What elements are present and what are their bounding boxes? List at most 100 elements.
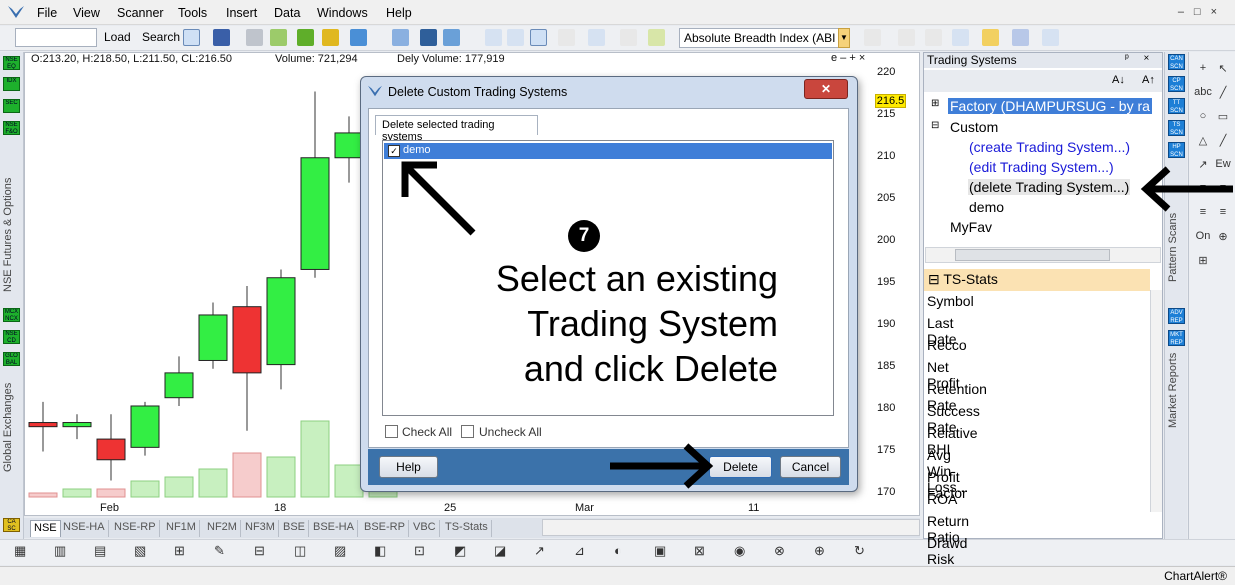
tree-item-delete[interactable]: (delete Trading System...) [968, 179, 1131, 195]
sort-asc-icon[interactable]: A↓ [1112, 74, 1125, 86]
indicator-select[interactable]: Absolute Breadth Index (ABI [679, 28, 845, 48]
tab-nf3m[interactable]: NF3M [242, 520, 279, 537]
draw-tool-icon[interactable]: ⊕ [1213, 230, 1233, 243]
ma-icon[interactable] [620, 29, 637, 46]
bottom-tool-icon[interactable]: ⊿ [574, 543, 585, 559]
check-all-checkbox[interactable] [385, 425, 398, 438]
tree-item-factory[interactable]: Factory (DHAMPURSUG - by ra [948, 98, 1152, 114]
expand-factory-icon[interactable]: ⊞ [931, 98, 939, 109]
tree-item-myfav[interactable]: MyFav [950, 219, 992, 235]
bottom-tool-icon[interactable]: ↻ [854, 543, 865, 559]
volume-icon[interactable] [507, 29, 524, 46]
cancel-button[interactable]: Cancel [780, 456, 841, 478]
ts-stat-item[interactable]: Drawd Risk [927, 535, 967, 567]
badge-nse-eq[interactable]: NSE EQ [3, 56, 20, 70]
tab-nse-ha[interactable]: NSE-HA [60, 520, 109, 537]
candle-body[interactable] [164, 372, 194, 399]
draw-tool-icon[interactable]: abc [1193, 86, 1213, 98]
bottom-tool-icon[interactable]: ⊕ [814, 543, 825, 559]
draw-icon[interactable] [1042, 29, 1059, 46]
candle-body[interactable] [62, 422, 92, 428]
uncheck-all-label[interactable]: Uncheck All [479, 425, 542, 439]
label-pattern-scans[interactable]: Pattern Scans [1167, 202, 1187, 282]
sort-desc-icon[interactable]: A↑ [1142, 74, 1155, 86]
candle-body[interactable] [334, 132, 364, 159]
chevron-down-icon[interactable]: ▼ [838, 28, 850, 48]
help-button[interactable]: Help [379, 456, 438, 478]
save-icon[interactable] [213, 29, 230, 46]
stats-scrollbar[interactable] [1150, 290, 1162, 512]
bars-icon[interactable] [485, 29, 502, 46]
label-nse-futures[interactable]: NSE Futures & Options [2, 142, 22, 292]
fibo-icon[interactable] [864, 29, 881, 46]
draw-tool-icon[interactable]: ╱ [1213, 134, 1233, 147]
bottom-tool-icon[interactable]: ◩ [454, 543, 466, 559]
bottom-tool-icon[interactable]: ◐ [614, 543, 622, 558]
tree-scroll-thumb[interactable] [955, 249, 1110, 261]
collapse-custom-icon[interactable]: ⊟ [931, 120, 939, 131]
bottom-tool-icon[interactable]: ▦ [14, 543, 26, 559]
export-icon[interactable] [270, 29, 287, 46]
bottom-tool-icon[interactable]: ◫ [294, 543, 306, 559]
tab-nse-rp[interactable]: NSE-RP [111, 520, 160, 537]
draw-tool-icon[interactable]: ↖ [1213, 62, 1233, 75]
dely-icon[interactable] [530, 29, 547, 46]
badge-nse-fo[interactable]: NSE F&O [3, 121, 20, 135]
indicator-icon[interactable] [588, 29, 605, 46]
tab-bse-rp[interactable]: BSE-RP [361, 520, 409, 537]
menu-help[interactable]: Help [386, 6, 412, 20]
bottom-tool-icon[interactable]: ⊞ [174, 543, 185, 559]
ts-stats-header[interactable]: ⊟ TS-Stats [924, 269, 1150, 291]
badge-mkt-rep[interactable]: MKT REP [1168, 330, 1185, 346]
draw-tool-icon[interactable]: ○ [1193, 110, 1213, 122]
draw-tool-icon[interactable]: ▭ [1213, 110, 1233, 123]
signal-icon[interactable] [322, 29, 339, 46]
badge-cp-scn[interactable]: CP SCN [1168, 76, 1185, 92]
menu-view[interactable]: View [73, 6, 100, 20]
menu-windows[interactable]: Windows [317, 6, 368, 20]
tree-item-custom[interactable]: Custom [950, 119, 998, 135]
bottom-tool-icon[interactable]: ⊟ [254, 543, 265, 559]
badge-global[interactable]: GLO BAL [3, 352, 20, 366]
dw-icon[interactable] [297, 29, 314, 46]
bottom-tool-icon[interactable]: ▧ [134, 543, 146, 559]
chart-type-icon[interactable] [183, 29, 200, 46]
label-global-exchanges[interactable]: Global Exchanges [2, 372, 22, 472]
badge-nse-cd[interactable]: NSE CD [3, 330, 20, 344]
draw-tool-icon[interactable]: ╱ [1213, 86, 1233, 99]
pivot-icon[interactable] [898, 29, 915, 46]
tree-item-create[interactable]: (create Trading System...) [969, 139, 1130, 155]
draw-tool-icon[interactable]: On [1193, 230, 1213, 242]
bottom-tool-icon[interactable]: ▤ [94, 543, 106, 559]
draw-tool-icon[interactable]: + [1193, 62, 1213, 74]
tab-bse[interactable]: BSE [280, 520, 310, 537]
search-button[interactable]: Search [142, 30, 180, 44]
uncheck-all-checkbox[interactable] [461, 425, 474, 438]
close-icon[interactable]: ✕ [804, 79, 848, 99]
badge-tt-scn[interactable]: TT SCN [1168, 98, 1185, 114]
bottom-tool-icon[interactable]: ✎ [214, 543, 225, 559]
badge-adv-rep[interactable]: ADV REP [1168, 308, 1185, 324]
tree-item-demo[interactable]: demo [969, 199, 1004, 215]
grid-icon[interactable] [1012, 29, 1029, 46]
symbol-input[interactable] [15, 28, 97, 47]
bottom-tool-icon[interactable]: ⊠ [694, 543, 705, 559]
ts-stat-item[interactable]: Recco [927, 337, 967, 353]
chart-scrollbar[interactable] [542, 519, 920, 536]
candle-body[interactable] [198, 314, 228, 361]
badge-ts-scn[interactable]: TS SCN [1168, 120, 1185, 136]
badge-can-scn[interactable]: CAN SCN [1168, 54, 1185, 70]
ts-stat-item[interactable]: ROA [927, 491, 957, 507]
view-icon[interactable] [420, 29, 437, 46]
trend-icon[interactable] [648, 29, 665, 46]
bottom-tool-icon[interactable]: ⊗ [774, 543, 785, 559]
52w-icon[interactable] [558, 29, 575, 46]
tab-bse-ha[interactable]: BSE-HA [310, 520, 358, 537]
draw-tool-icon[interactable]: △ [1193, 134, 1213, 147]
link-icon[interactable] [392, 29, 409, 46]
bottom-tool-icon[interactable]: ↗ [534, 543, 545, 559]
badge-hp-scn[interactable]: HP SCN [1168, 142, 1185, 158]
bottom-tool-icon[interactable]: ▥ [54, 543, 66, 559]
dialog-tab[interactable]: Delete selected trading systems [375, 115, 538, 143]
menu-data[interactable]: Data [274, 6, 300, 20]
